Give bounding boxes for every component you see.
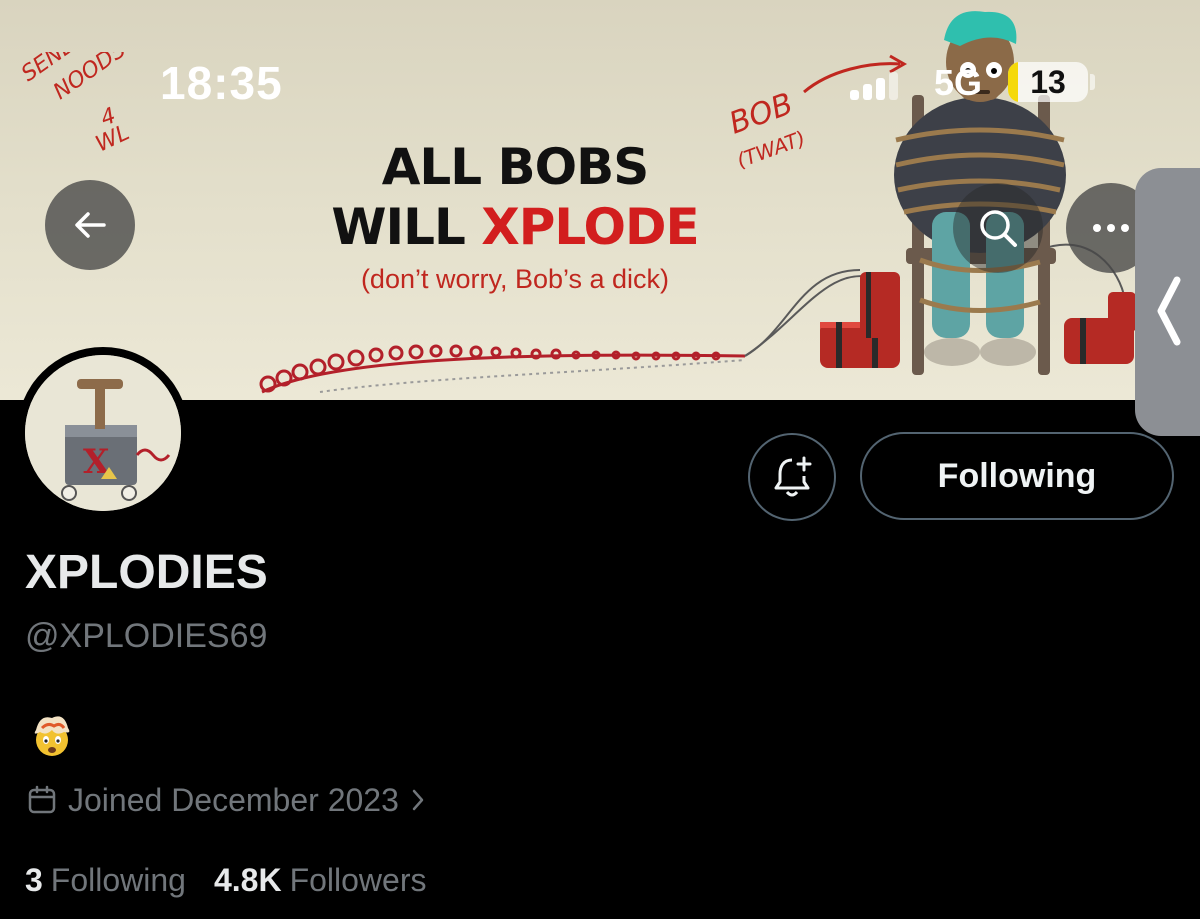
following-count: 3 [25, 862, 43, 898]
chevron-left-icon [1157, 276, 1181, 346]
notifications-button[interactable] [748, 433, 836, 521]
banner-headline: ALL BOBS WILL XPLODE (don’t worry, Bob’s… [300, 142, 730, 293]
headline-xplode: XPLODE [481, 198, 699, 256]
profile-banner[interactable]: SEND NOODS 4 WL BOB (TWAT) ALL BOBS WILL… [0, 0, 1200, 400]
battery-icon: 13 [1008, 62, 1088, 102]
search-button[interactable] [953, 183, 1043, 273]
back-button[interactable] [45, 180, 135, 270]
detonator-avatar-image: X [25, 355, 181, 511]
headline-will: WILL [331, 198, 482, 256]
follow-stats: 3 Following 4.8K Followers [25, 862, 454, 899]
chevron-right-icon [412, 789, 424, 811]
followers-label: Followers [289, 862, 427, 898]
side-panel-handle[interactable] [1135, 168, 1200, 436]
arrow-left-icon [75, 212, 106, 238]
headline-subtitle: (don’t worry, Bob’s a dick) [360, 264, 670, 294]
following-label: Following [50, 862, 186, 898]
battery-tip [1090, 74, 1095, 90]
headline-line-2: WILL XPLODE [300, 202, 730, 252]
joined-text: Joined December 2023 [68, 781, 399, 818]
user-handle: @XPLODIES69 [25, 617, 268, 655]
avatar[interactable]: X [17, 347, 189, 519]
joined-date-link[interactable]: Joined December 2023 [26, 780, 425, 820]
headline-line-1: ALL BOBS [381, 138, 650, 196]
battery-level: 13 [1030, 64, 1066, 100]
status-time: 18:35 [160, 57, 283, 109]
following-button[interactable]: Following [860, 432, 1174, 520]
handwritten-send-noods: SEND NOODS 4 WL [20, 52, 133, 157]
network-label: 5G [934, 62, 983, 103]
search-icon [980, 210, 1017, 247]
status-indicators: 5G 13 [850, 62, 1100, 103]
bio-exploding-head-emoji [34, 716, 70, 756]
bell-plus-icon [774, 456, 812, 497]
following-count-link[interactable]: 3 Following [25, 862, 186, 899]
followers-count-link[interactable]: 4.8K Followers [214, 862, 427, 899]
more-horizontal-icon [1093, 224, 1129, 232]
svg-text:WL: WL [92, 120, 133, 157]
signal-icon [850, 66, 910, 100]
display-name: XPLODIES [25, 546, 268, 599]
calendar-icon [28, 785, 56, 814]
followers-count: 4.8K [213, 862, 282, 898]
